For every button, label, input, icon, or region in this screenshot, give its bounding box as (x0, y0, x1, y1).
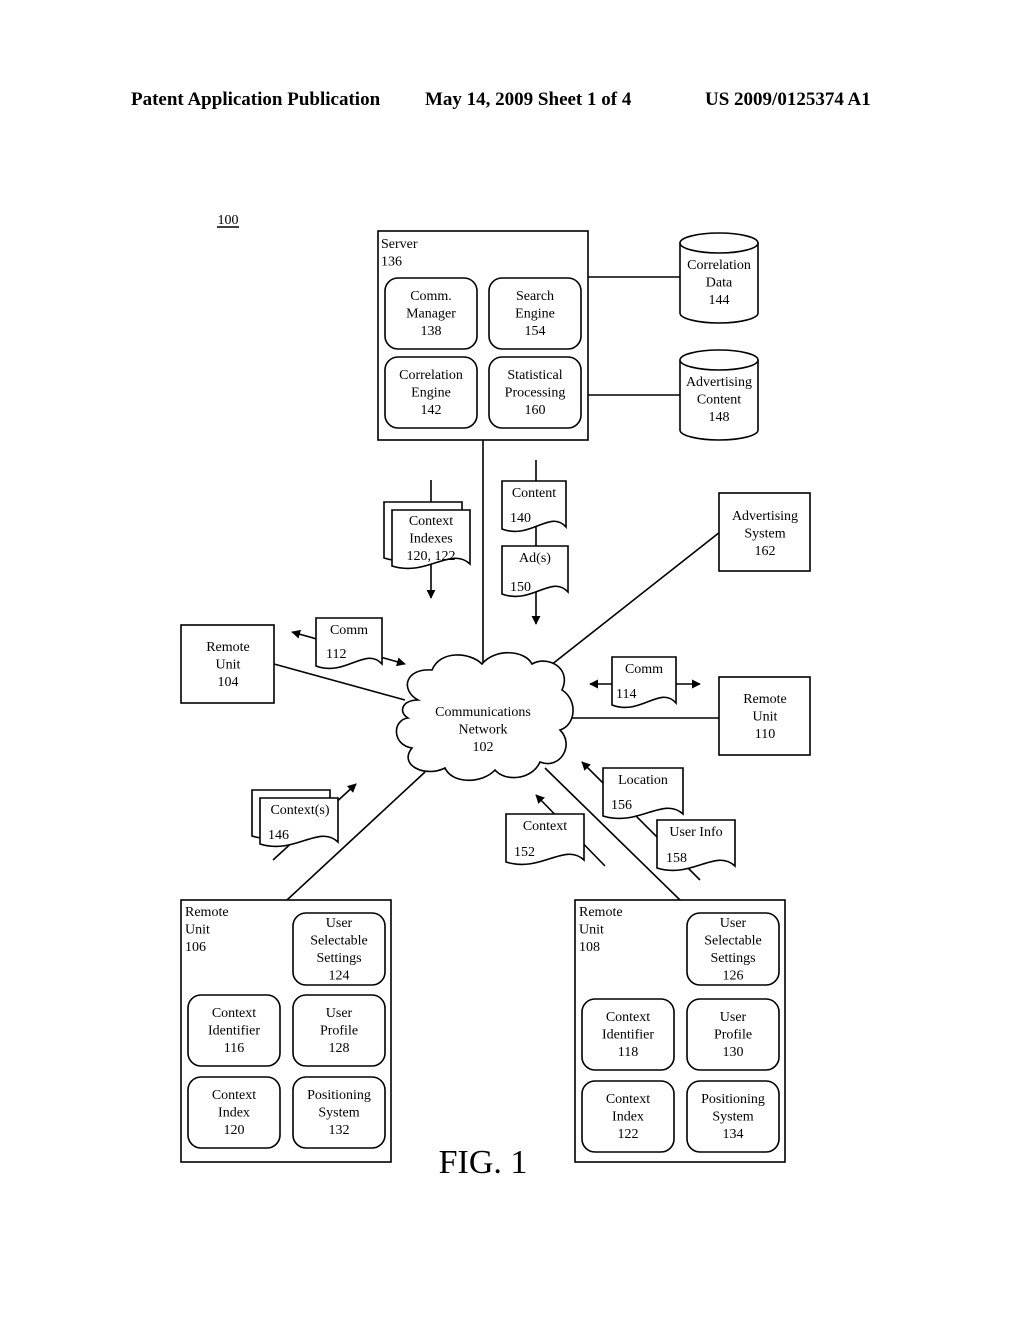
remote-unit-106-module-label: Profile (320, 1024, 358, 1039)
remote-unit-108-module-label: Positioning (701, 1092, 765, 1107)
context-indexes-label: Indexes (409, 532, 453, 547)
remote-unit-104-label: 104 (218, 675, 239, 690)
server-module-label: Manager (406, 307, 456, 322)
remote-unit-108-module-label: Index (612, 1110, 644, 1125)
remote-unit-108-module-label: 122 (618, 1127, 639, 1142)
comm-112-title: Comm (330, 623, 368, 638)
remote-unit-108-module-label: Selectable (704, 934, 762, 949)
server-module-label: 160 (525, 403, 546, 418)
remote-unit-108-module-label: 134 (723, 1127, 744, 1142)
remote-unit-106-label: 106 (185, 940, 206, 955)
context-indexes-label: 120, 122 (407, 549, 456, 564)
server-module-label: 138 (421, 324, 442, 339)
server-module-label: Comm. (410, 289, 452, 304)
content-doc-title: Content (512, 486, 556, 501)
remote-unit-104-label: Unit (216, 658, 241, 673)
remote-unit-106-module-label: User (326, 1006, 353, 1021)
context-152-number: 152 (514, 845, 535, 860)
remote-unit-108-module-label: System (712, 1110, 753, 1125)
location-156-number: 156 (611, 798, 632, 813)
server-module-label: Statistical (507, 368, 562, 383)
database-label: Data (706, 276, 733, 291)
ads-doc-title: Ad(s) (519, 551, 551, 566)
remote-unit-108-module-label: Identifier (602, 1028, 654, 1043)
user-info-158-number: 158 (666, 851, 687, 866)
remote-unit-108-module-label: User (720, 916, 747, 931)
database-label: 144 (709, 293, 730, 308)
contexts-146-number: 146 (268, 828, 289, 843)
comm-112-number: 112 (326, 647, 346, 662)
server-module-label: Engine (411, 386, 451, 401)
server-module-label: Search (516, 289, 554, 304)
server-module-label: Engine (515, 307, 555, 322)
remote-unit-106-module-label: System (318, 1106, 359, 1121)
server-label: 136 (381, 255, 402, 270)
comm-114-number: 114 (616, 687, 636, 702)
server-module-label: Processing (505, 386, 566, 401)
remote-unit-108-label: 108 (579, 940, 600, 955)
remote-unit-108-module-label: 126 (723, 969, 744, 984)
contexts-146-title: Context(s) (270, 803, 329, 818)
remote-unit-108-label: Remote (579, 905, 623, 920)
remote-unit-106-module-label: User (326, 916, 353, 931)
database-cylinder-top (679, 349, 759, 371)
comm-114-title: Comm (625, 662, 663, 677)
context-indexes-label: Context (409, 514, 453, 529)
remote-unit-106-module-label: 132 (329, 1123, 350, 1138)
remote-unit-110-label: 110 (755, 727, 775, 742)
database-cylinder-top (679, 232, 759, 254)
remote-unit-106-module-label: Selectable (310, 934, 368, 949)
database-label: 148 (709, 410, 730, 425)
remote-unit-106-module-label: 124 (329, 969, 350, 984)
remote-unit-104-link (273, 663, 406, 701)
user-info-158-title: User Info (669, 825, 722, 840)
server-label: Server (381, 237, 418, 252)
ads-doc-number: 150 (510, 580, 531, 595)
remote-unit-108-module-label: 118 (618, 1045, 638, 1060)
location-156-title: Location (618, 773, 668, 788)
remote-unit-106-module-label: Positioning (307, 1088, 371, 1103)
network-label: 102 (473, 740, 494, 755)
advertising-system-label: System (744, 527, 785, 542)
network-label: Network (459, 723, 508, 738)
remote-unit-106-label: Unit (185, 923, 210, 938)
advertising-system-label: 162 (755, 544, 776, 559)
server-module-label: 154 (525, 324, 546, 339)
remote-unit-110-label: Unit (753, 710, 778, 725)
remote-unit-106-module-label: Index (218, 1106, 250, 1121)
remote-unit-106-module-label: 128 (329, 1041, 350, 1056)
remote-unit-108-label: Unit (579, 923, 604, 938)
remote-unit-108-module-label: Profile (714, 1028, 752, 1043)
database-label: Correlation (687, 258, 751, 273)
remote-unit-106-module-label: Settings (316, 951, 361, 966)
system-diagram: Server 136 Comm. Manager 138 Search Engine 154 C… (180, 213, 811, 1181)
context-152-title: Context (523, 819, 567, 834)
server-module-label: Correlation (399, 368, 463, 383)
figure-caption: FIG. 1 (439, 1144, 528, 1181)
network-label: Communications (435, 705, 531, 720)
advertising-system-label: Advertising (732, 509, 798, 524)
remote-unit-106-module-label: Context (212, 1006, 256, 1021)
remote-unit-108-module-label: 130 (723, 1045, 744, 1060)
content-doc-number: 140 (510, 511, 531, 526)
remote-unit-106-module-label: 116 (224, 1041, 244, 1056)
database-label: Content (697, 393, 741, 408)
remote-unit-106-module-label: Context (212, 1088, 256, 1103)
remote-unit-110-label: Remote (743, 692, 787, 707)
remote-unit-106-label: Remote (185, 905, 229, 920)
remote-unit-108-module-label: Context (606, 1092, 650, 1107)
figure-ref-100: 100 (218, 213, 239, 228)
remote-unit-108-module-label: Context (606, 1010, 650, 1025)
server-module-label: 142 (421, 403, 442, 418)
remote-unit-108-module-label: User (720, 1010, 747, 1025)
remote-unit-106-module-label: Identifier (208, 1024, 260, 1039)
remote-unit-108-module-label: Settings (710, 951, 755, 966)
database-label: Advertising (686, 375, 752, 390)
remote-unit-104-label: Remote (206, 640, 250, 655)
remote-unit-106-module-label: 120 (224, 1123, 245, 1138)
